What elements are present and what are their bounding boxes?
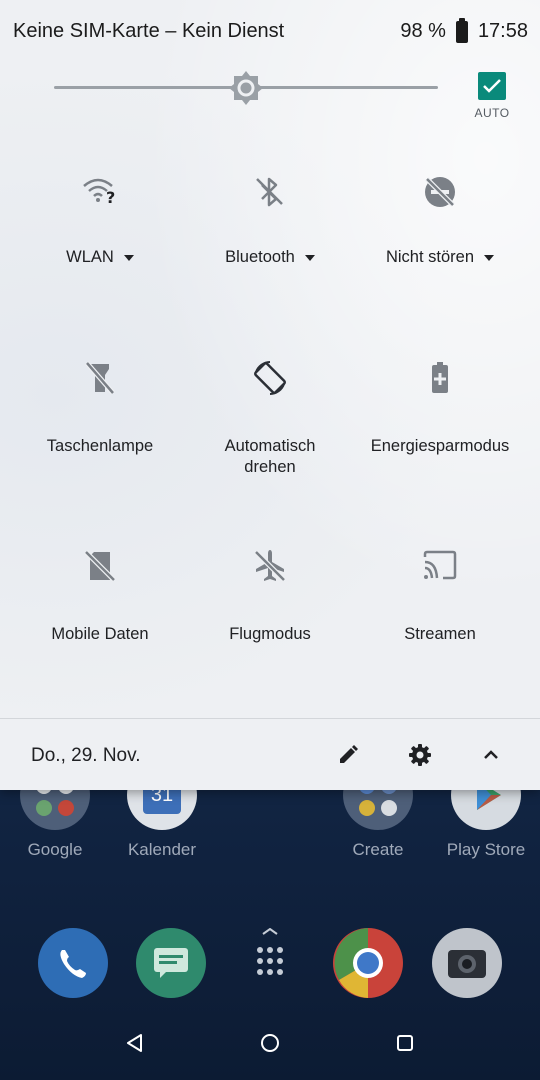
navigation-bar — [0, 1004, 540, 1080]
recents-square-icon[interactable] — [390, 1028, 420, 1058]
tile-label: Energiesparmodus — [370, 437, 510, 455]
auto-brightness-toggle[interactable]: AUTO — [472, 72, 512, 120]
tile-label-row: Nicht stören — [355, 247, 525, 268]
clock: 17:58 — [477, 20, 528, 42]
quick-settings-footer: Do., 29. Nov. — [0, 718, 540, 790]
tile-label: Bluetooth — [225, 248, 295, 266]
tile-label: Flugmodus — [229, 625, 311, 643]
chevron-up-icon[interactable] — [477, 741, 505, 769]
phone-icon[interactable] — [38, 928, 108, 998]
tile-wlan[interactable]: ? WLAN — [15, 172, 185, 268]
caret-down-icon — [304, 254, 315, 261]
caret-down-icon — [484, 254, 495, 261]
app-drawer-icon[interactable] — [235, 927, 305, 998]
messages-icon[interactable] — [136, 928, 206, 998]
tile-streamen[interactable]: Streamen — [355, 546, 525, 645]
tile-mobile-daten[interactable]: Mobile Daten — [15, 546, 185, 645]
chrome-icon[interactable] — [333, 928, 403, 998]
tile-nicht-stoeren[interactable]: Nicht stören — [355, 172, 525, 268]
tile-flugmodus[interactable]: Flugmodus — [185, 546, 355, 645]
battery-saver-icon[interactable] — [420, 358, 460, 398]
status-right: 98 % 17:58 — [400, 17, 528, 43]
do-not-disturb-off-icon[interactable] — [420, 172, 460, 212]
tile-label: WLAN — [66, 248, 114, 266]
app-label: Google — [27, 840, 83, 859]
tile-label: Streamen — [404, 625, 476, 643]
tile-label: Mobile Daten — [51, 625, 149, 643]
tile-label: Automatisch drehen — [185, 436, 355, 478]
date-text: Do., 29. Nov. — [31, 745, 141, 766]
status-bar: Keine SIM-Karte – Kein Dienst 98 % 17:58 — [0, 0, 540, 62]
cast-icon[interactable] — [420, 546, 460, 586]
carrier-text: Keine SIM-Karte – Kein Dienst — [13, 20, 285, 42]
airplane-off-icon[interactable] — [250, 546, 290, 586]
bluetooth-off-icon[interactable] — [250, 172, 290, 212]
tile-label-row: Bluetooth — [185, 247, 355, 268]
brightness-icon[interactable] — [228, 70, 264, 106]
mobile-data-off-icon[interactable] — [80, 546, 120, 586]
back-triangle-icon[interactable] — [120, 1028, 150, 1058]
battery-percent: 98 % — [400, 20, 446, 42]
dock — [0, 927, 540, 1000]
tile-label-line1: Automatisch — [224, 437, 316, 455]
wlan-dropdown[interactable]: WLAN — [66, 247, 134, 268]
app-label: Kalender — [127, 840, 197, 859]
battery-full-icon — [455, 17, 468, 43]
gear-icon[interactable] — [406, 741, 434, 769]
auto-label: AUTO — [474, 106, 510, 120]
tile-label: Nicht stören — [385, 248, 475, 266]
tile-label-line2: drehen — [244, 458, 296, 476]
dnd-dropdown[interactable]: Nicht stören — [385, 247, 495, 268]
flashlight-off-icon[interactable] — [80, 358, 120, 398]
app-label: Play Store — [446, 840, 526, 859]
edit-pencil-icon[interactable] — [334, 741, 362, 769]
tile-label-row: WLAN — [15, 247, 185, 268]
camera-icon[interactable] — [432, 928, 502, 998]
tile-label: Taschenlampe — [46, 437, 154, 455]
home-circle-icon[interactable] — [255, 1028, 285, 1058]
caret-down-icon — [123, 254, 134, 261]
tile-energiesparmodus[interactable]: Energiesparmodus — [355, 358, 525, 457]
bluetooth-dropdown[interactable]: Bluetooth — [225, 247, 315, 268]
wifi-unknown-icon[interactable]: ? — [80, 172, 120, 212]
brightness-slider[interactable] — [54, 70, 438, 106]
tile-automatisch-drehen[interactable]: Automatisch drehen — [185, 358, 355, 478]
checkbox-checked-icon[interactable] — [478, 72, 506, 100]
tile-taschenlampe[interactable]: Taschenlampe — [15, 358, 185, 457]
svg-text:?: ? — [106, 188, 115, 207]
app-label: Create — [352, 840, 404, 859]
auto-rotate-icon[interactable] — [250, 358, 290, 398]
tile-bluetooth[interactable]: Bluetooth — [185, 172, 355, 268]
quick-settings-panel: Keine SIM-Karte – Kein Dienst 98 % 17:58… — [0, 0, 540, 790]
